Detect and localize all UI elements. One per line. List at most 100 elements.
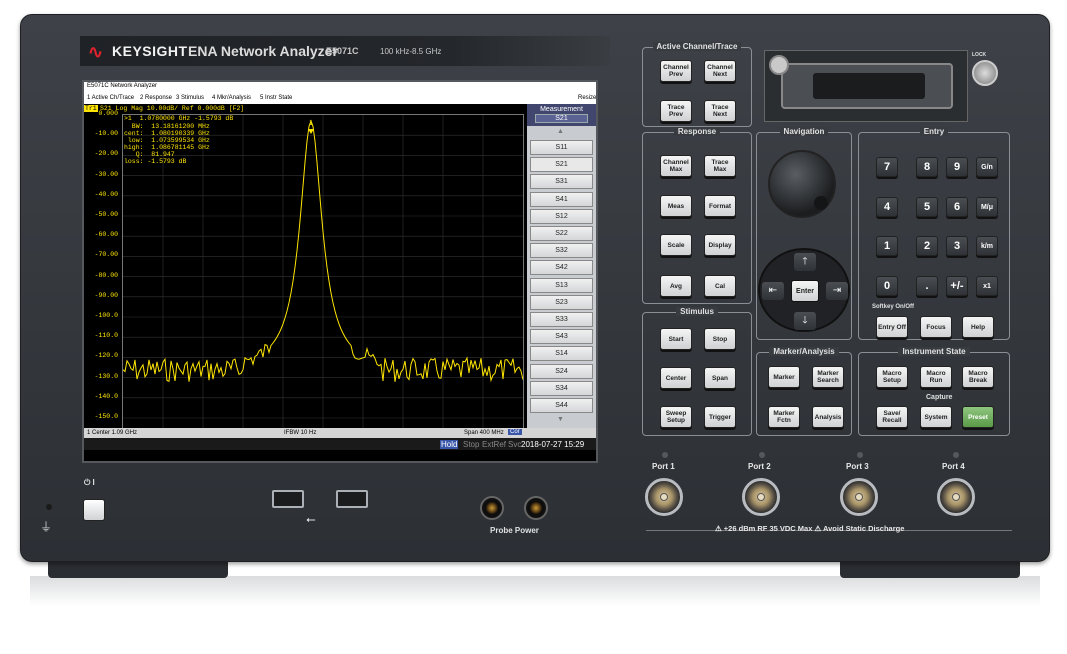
macro-break-button[interactable]: Macro Break	[962, 366, 994, 388]
trace-max-button[interactable]: Trace Max	[704, 155, 736, 177]
preset-button[interactable]: Preset	[962, 406, 994, 428]
screw-icon	[769, 55, 789, 75]
channel-next-button[interactable]: Channel Next	[704, 60, 736, 82]
center-button[interactable]: Center	[660, 367, 692, 389]
entry-key-12[interactable]: 0	[876, 276, 898, 296]
measurement-s14-button[interactable]: S14	[530, 346, 593, 362]
span-button[interactable]: Span	[704, 367, 736, 389]
measurement-s24-button[interactable]: S24	[530, 363, 593, 379]
measurement-softkeys: Measurement S21 ▲ S11 S21 S31 S41 S12 S22 S32 S…	[527, 104, 596, 428]
menu-item-active-ch[interactable]: 1 Active Ch/Trace	[87, 95, 134, 101]
usb-port-2[interactable]	[336, 490, 368, 508]
trace-prev-button[interactable]: Trace Prev	[660, 100, 692, 122]
rotary-knob[interactable]	[768, 150, 836, 218]
scale-button[interactable]: Scale	[660, 234, 692, 256]
measurement-s11-button[interactable]: S11	[530, 140, 593, 155]
marker-fctn-button[interactable]: Marker Fctn	[768, 406, 800, 428]
channel-max-button[interactable]: Channel Max	[660, 155, 692, 177]
trace-next-button[interactable]: Trace Next	[704, 100, 736, 122]
resize-button[interactable]: Resize	[578, 95, 596, 101]
entry-key-8[interactable]: 1	[876, 236, 898, 256]
power-button[interactable]	[83, 499, 105, 521]
marker-1-label: 1	[309, 120, 313, 127]
scroll-up-icon[interactable]: ▲	[557, 128, 564, 135]
entry-key-13[interactable]: .	[916, 276, 938, 296]
up-arrow-icon[interactable]: 🡑	[794, 253, 816, 271]
cal-button[interactable]: Cal	[704, 275, 736, 297]
stop-button[interactable]: Stop	[704, 328, 736, 350]
entry-key-11[interactable]: k/m	[976, 236, 998, 256]
probe-power-2[interactable]	[524, 496, 548, 520]
measurement-s32-button[interactable]: S32	[530, 243, 593, 259]
entry-key-1[interactable]: 8	[916, 157, 938, 177]
trigger-button[interactable]: Trigger	[704, 406, 736, 428]
measurement-s23-button[interactable]: S23	[530, 294, 593, 310]
macro-setup-button[interactable]: Macro Setup	[876, 366, 908, 388]
entry-key-10[interactable]: 3	[946, 236, 968, 256]
right-arrow-icon[interactable]: ⇥	[826, 282, 848, 300]
measurement-s44-button[interactable]: S44	[530, 398, 593, 413]
display-button[interactable]: Display	[704, 234, 736, 256]
port3-connector[interactable]	[840, 478, 878, 516]
entry-key-0[interactable]: 7	[876, 157, 898, 177]
marker-readout: >1 1.0780000 GHz -1.5793 dB	[124, 115, 234, 122]
measurement-s21-button[interactable]: S21	[530, 157, 593, 173]
save-recall-button[interactable]: Save/ Recall	[876, 406, 908, 428]
measurement-s12-button[interactable]: S12	[530, 208, 593, 224]
entry-key-9[interactable]: 2	[916, 236, 938, 256]
marker-button[interactable]: Marker	[768, 366, 800, 388]
entry-key-2[interactable]: 9	[946, 157, 968, 177]
enter-button[interactable]: Enter	[791, 280, 819, 302]
start-button[interactable]: Start	[660, 328, 692, 350]
measurement-s13-button[interactable]: S13	[530, 277, 593, 293]
port2-connector[interactable]	[742, 478, 780, 516]
entry-key-4[interactable]: 4	[876, 197, 898, 217]
softkey-label: Softkey On/Off	[872, 304, 915, 310]
help-button[interactable]: Help	[962, 316, 994, 338]
focus-button[interactable]: Focus	[920, 316, 952, 338]
measurement-s42-button[interactable]: S42	[530, 260, 593, 276]
measurement-s22-button[interactable]: S22	[530, 226, 593, 241]
left-foot	[48, 562, 228, 578]
entry-key-7[interactable]: M/μ	[976, 197, 998, 217]
menu-item-instr-state[interactable]: 5 Instr State	[260, 95, 292, 101]
measurement-s34-button[interactable]: S34	[530, 380, 593, 396]
port1-connector[interactable]	[645, 478, 683, 516]
measurement-s31-button[interactable]: S31	[530, 174, 593, 190]
measurement-s41-button[interactable]: S41	[530, 191, 593, 207]
entry-key-3[interactable]: G/n	[976, 157, 998, 177]
menu-item-stimulus[interactable]: 3 Stimulus	[176, 95, 204, 101]
macro-run-button[interactable]: Macro Run	[920, 366, 952, 388]
port3-label: Port 3	[846, 462, 869, 471]
right-foot	[840, 562, 1020, 578]
entry-off-button[interactable]: Entry Off	[876, 316, 908, 338]
avg-button[interactable]: Avg	[660, 275, 692, 297]
probe-power-1[interactable]	[480, 496, 504, 520]
probe-power-label: Probe Power	[490, 526, 539, 535]
lock-icon[interactable]	[972, 60, 998, 86]
entry-key-14[interactable]: +/-	[946, 276, 968, 296]
y-tick-label: -140.0	[94, 392, 118, 400]
sweep-setup-button[interactable]: Sweep Setup	[660, 406, 692, 428]
menu-item-response[interactable]: 2 Response	[140, 95, 172, 101]
down-arrow-icon[interactable]: 🡓	[794, 312, 816, 330]
usb-port-1[interactable]	[272, 490, 304, 508]
measurement-s33-button[interactable]: S33	[530, 312, 593, 327]
entry-key-5[interactable]: 5	[916, 197, 938, 217]
entry-key-15[interactable]: x1	[976, 276, 998, 296]
measurement-s43-button[interactable]: S43	[530, 329, 593, 345]
menu-item-mkr-analysis[interactable]: 4 Mkr/Analysis	[212, 95, 251, 101]
marker-search-button[interactable]: Marker Search	[812, 366, 844, 388]
marker-stats: BW: 13.18161200 MHz cent: 1.080190339 GH…	[124, 123, 210, 165]
format-button[interactable]: Format	[704, 195, 736, 217]
port4-connector[interactable]	[937, 478, 975, 516]
analysis-button[interactable]: Analysis	[812, 406, 844, 428]
entry-key-6[interactable]: 6	[946, 197, 968, 217]
system-button[interactable]: System	[920, 406, 952, 428]
freq-range: 100 kHz-8.5 GHz	[380, 47, 442, 56]
scroll-down-icon[interactable]: ▼	[557, 416, 564, 423]
left-arrow-icon[interactable]: ⇤	[762, 282, 784, 300]
status-svc: Svc	[508, 440, 522, 449]
meas-button[interactable]: Meas	[660, 195, 692, 217]
channel-prev-button[interactable]: Channel Prev	[660, 60, 692, 82]
